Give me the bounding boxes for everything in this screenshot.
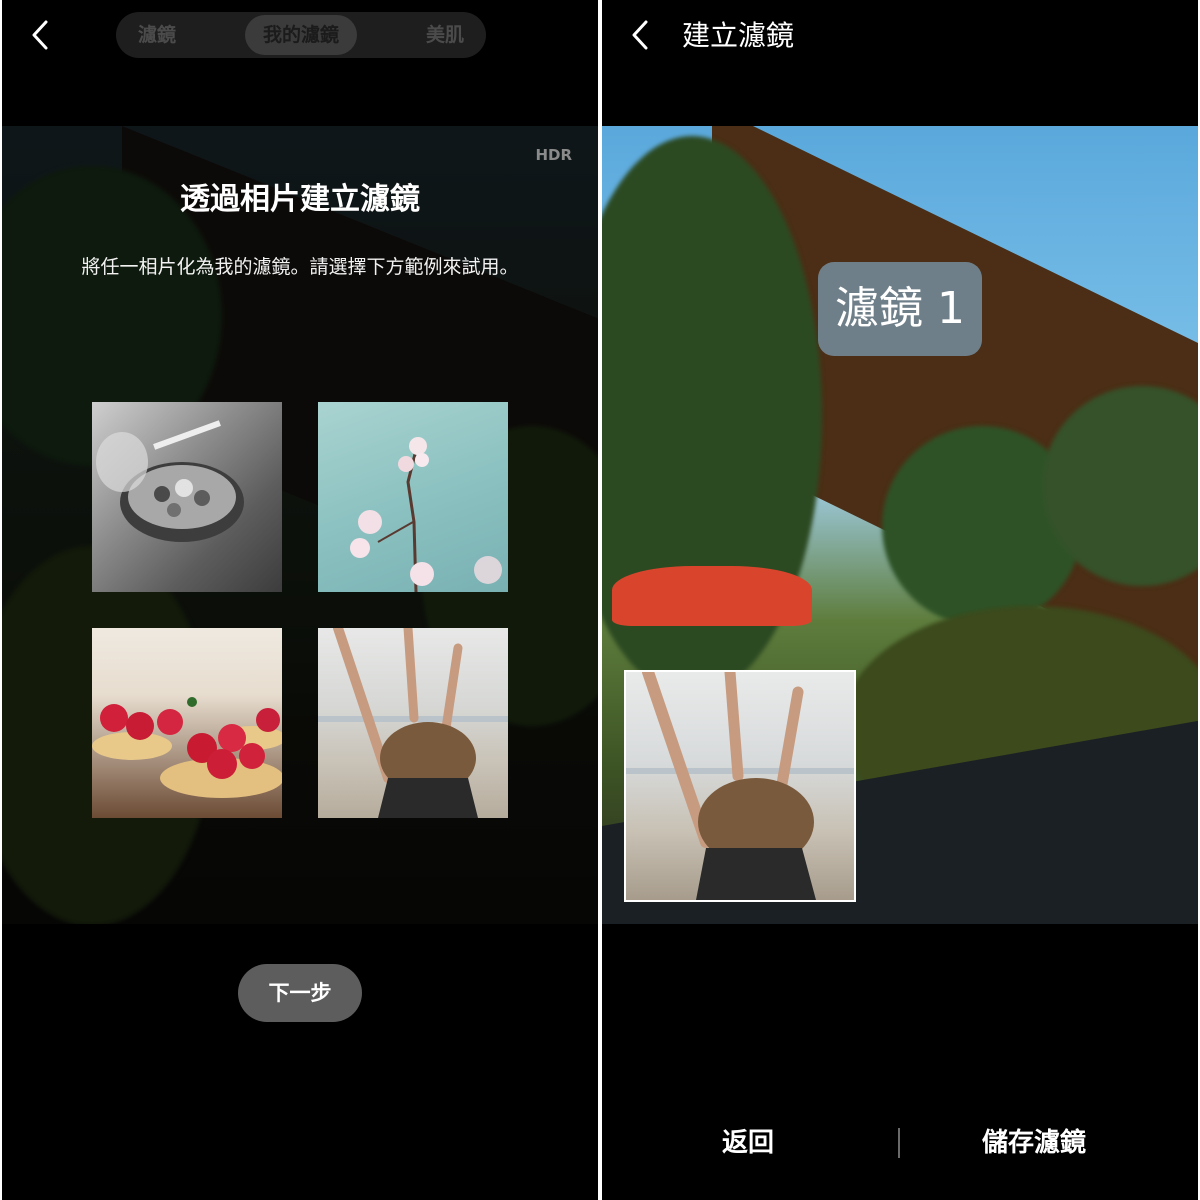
- tarts-photo-icon: [92, 697, 282, 798]
- source-photo-thumbnail[interactable]: [624, 670, 856, 902]
- filter-name-label[interactable]: 濾鏡 1: [818, 262, 982, 356]
- bowl-photo-icon: [96, 420, 244, 542]
- sample-photo-bowl[interactable]: [92, 402, 282, 592]
- page-title: 建立濾鏡: [682, 19, 795, 52]
- filter-intro-screen: 濾鏡 我的濾鏡 美肌 HDR 透過相片建立濾鏡 將任一相片化為我的濾鏡。請選擇下…: [2, 0, 598, 1200]
- bottom-action-bar: 返回 儲存濾鏡: [602, 1110, 1198, 1176]
- page-title: 透過相片建立濾鏡: [180, 182, 420, 217]
- sample-photo-beach[interactable]: [318, 628, 508, 818]
- return-button[interactable]: 返回: [722, 1110, 774, 1176]
- blossom-photo-icon: [350, 437, 502, 592]
- sample-photo-tarts[interactable]: [92, 628, 282, 818]
- hdr-indicator: HDR: [535, 146, 572, 164]
- chevron-left-icon: [632, 20, 648, 50]
- next-step-button[interactable]: 下一步: [238, 964, 362, 1022]
- filter-tab-bar: 濾鏡 我的濾鏡 美肌: [116, 12, 486, 58]
- back-button[interactable]: [626, 18, 656, 52]
- save-filter-button[interactable]: 儲存濾鏡: [982, 1110, 1086, 1176]
- sample-photo-blossom[interactable]: [318, 402, 508, 592]
- tab-label: 濾鏡: [138, 24, 177, 46]
- beach-photo-icon: [318, 628, 508, 818]
- camera-preview-dimmed: HDR 透過相片建立濾鏡 將任一相片化為我的濾鏡。請選擇下方範例來試用。: [2, 126, 598, 924]
- divider: [898, 1128, 900, 1158]
- red-umbrella: [612, 566, 812, 626]
- tab-label: 美肌: [425, 24, 464, 46]
- beach-photo-icon: [626, 672, 854, 900]
- page-description: 將任一相片化為我的濾鏡。請選擇下方範例來試用。: [81, 256, 519, 278]
- tab-my-filters[interactable]: 我的濾鏡: [244, 15, 357, 55]
- tab-filters[interactable]: 濾鏡: [120, 15, 194, 55]
- chevron-left-icon: [32, 20, 48, 50]
- create-filter-screen: 建立濾鏡 濾鏡 1 返回 儲存濾鏡: [602, 0, 1198, 1200]
- tab-beauty[interactable]: 美肌: [408, 15, 482, 55]
- tab-label: 我的濾鏡: [262, 24, 339, 46]
- filtered-preview: 濾鏡 1: [602, 126, 1198, 924]
- back-button[interactable]: [26, 18, 56, 52]
